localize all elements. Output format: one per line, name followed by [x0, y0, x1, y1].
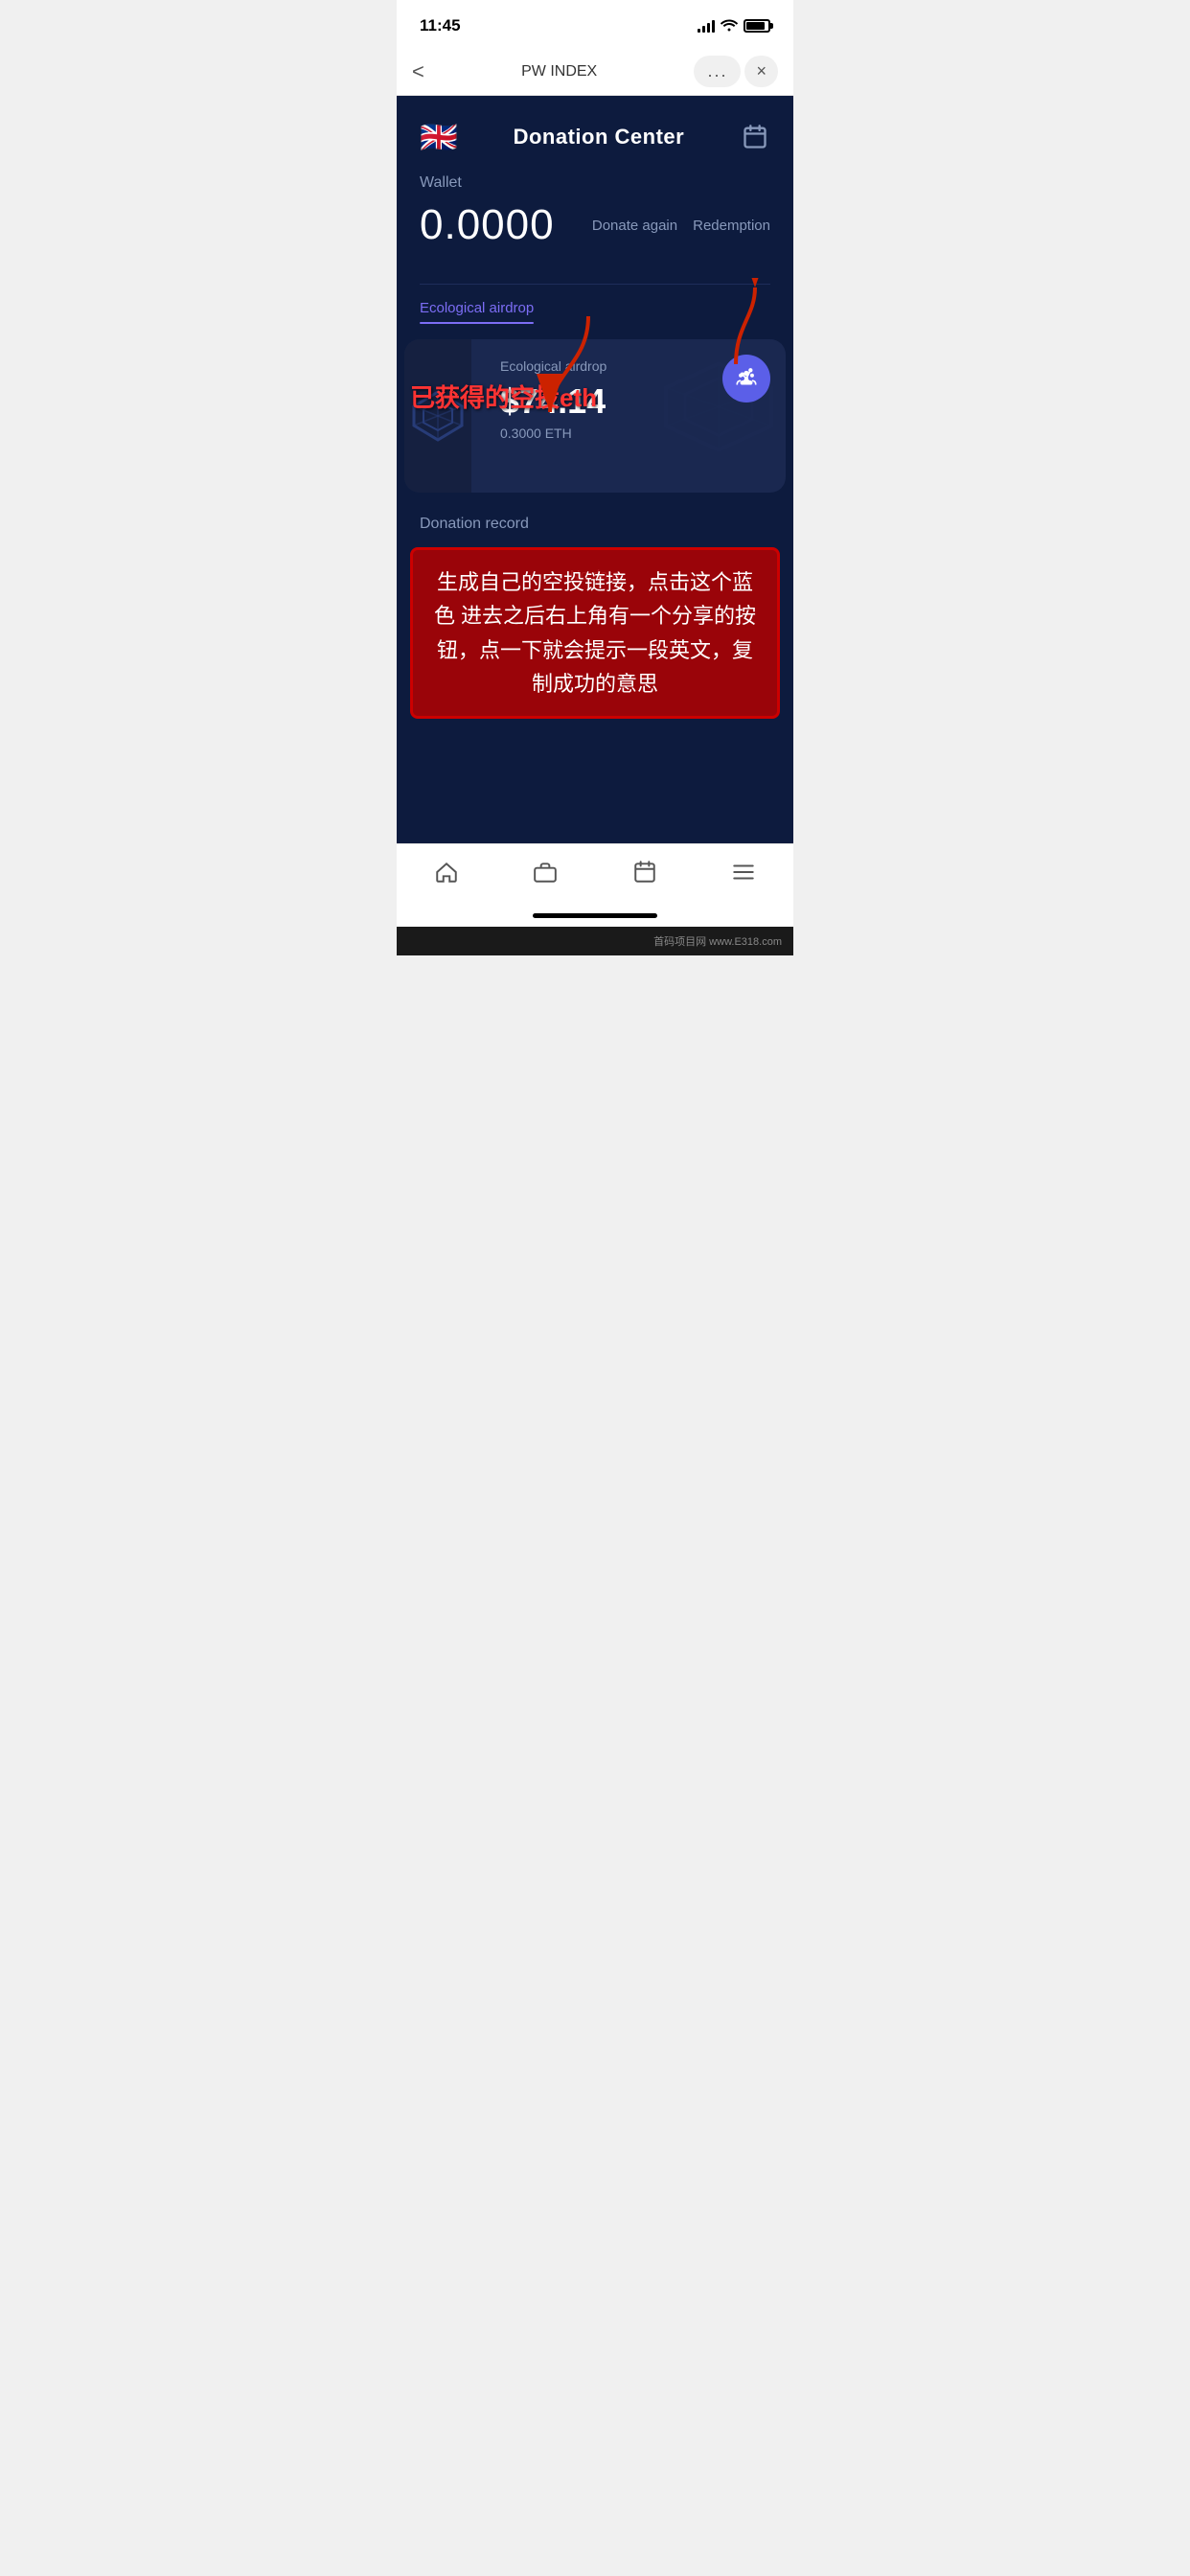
page-header: 🇬🇧 Donation Center: [397, 96, 793, 174]
page-title: Donation Center: [514, 125, 685, 150]
calendar-button[interactable]: [740, 122, 770, 152]
url-bar: PW INDEX: [436, 63, 683, 80]
watermark: 首码项目网 www.E318.com: [397, 927, 793, 955]
tab-bar: Ecological airdrop: [397, 300, 793, 324]
share-button[interactable]: [722, 355, 770, 402]
airdrop-card-wrapper: Ecological airdrop $74.14 0.3000 ETH: [397, 339, 793, 493]
main-content: 🇬🇧 Donation Center Wallet 0.0000 Donate …: [397, 96, 793, 843]
language-flag[interactable]: 🇬🇧: [420, 119, 458, 155]
redemption-button[interactable]: Redemption: [693, 218, 770, 234]
nav-home[interactable]: [415, 856, 478, 888]
wallet-section: Wallet 0.0000 Donate again Redemption: [397, 174, 793, 268]
nav-calendar[interactable]: [613, 856, 676, 888]
no-data-text: No data: [420, 548, 770, 603]
wallet-label: Wallet: [420, 174, 770, 192]
signal-icon: [698, 19, 715, 33]
browser-nav: < PW INDEX ... ×: [397, 48, 793, 96]
close-button[interactable]: ×: [744, 56, 778, 87]
wallet-balance: 0.0000: [420, 201, 555, 249]
wallet-balance-row: 0.0000 Donate again Redemption: [420, 201, 770, 249]
status-time: 11:45: [420, 16, 461, 35]
donate-again-button[interactable]: Donate again: [592, 218, 677, 234]
nav-actions: ... ×: [694, 56, 778, 87]
wifi-icon: [721, 18, 738, 34]
divider: [420, 284, 770, 285]
tab-ecological-airdrop[interactable]: Ecological airdrop: [420, 300, 534, 324]
watermark-text: 首码项目网 www.E318.com: [653, 936, 782, 948]
bottom-nav: [397, 843, 793, 908]
home-indicator: [533, 913, 657, 918]
wallet-actions: Donate again Redemption: [592, 218, 770, 234]
airdrop-card: Ecological airdrop $74.14 0.3000 ETH: [404, 339, 786, 493]
more-button[interactable]: ...: [694, 56, 741, 87]
donation-section: Donation record No data: [397, 516, 793, 603]
donation-record-label: Donation record: [420, 516, 770, 533]
card-left-panel: [404, 339, 471, 493]
status-bar: 11:45: [397, 0, 793, 48]
status-icons: [698, 18, 770, 34]
nav-menu[interactable]: [712, 856, 775, 888]
nav-briefcase[interactable]: [514, 856, 577, 888]
back-button[interactable]: <: [412, 59, 424, 84]
battery-icon: [744, 19, 770, 33]
